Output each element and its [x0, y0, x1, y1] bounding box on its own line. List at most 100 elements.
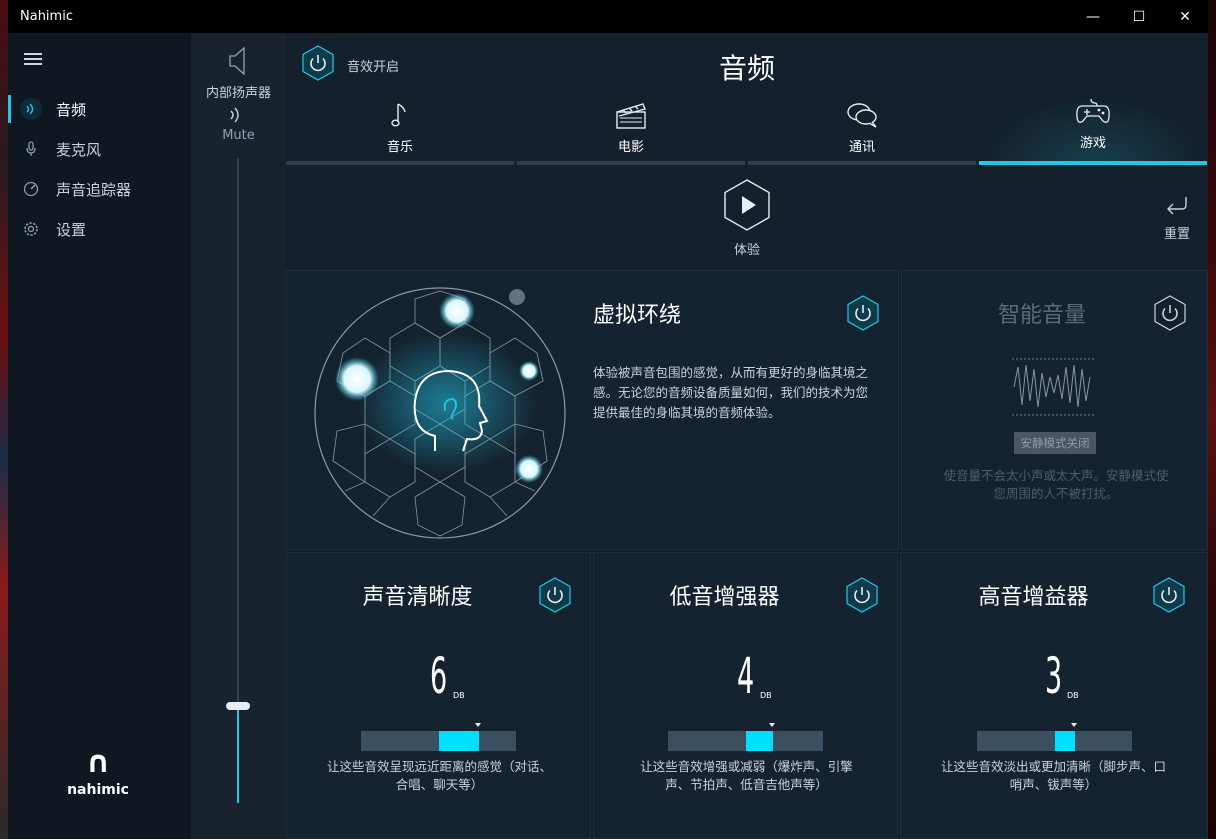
sidebar-item-label: 声音追踪器	[56, 180, 132, 199]
treble-boost-panel: 高音增益器 3 DB 让这些音效淡出或更加清晰（脚步声、口哨声、钹声等）	[900, 552, 1208, 839]
effect-description: 让这些音效呈现远近距离的感觉（对话、合唱、聊天等）	[326, 759, 552, 792]
app-window: Nahimic — ☐ ✕ 音频 麦克风 声音追踪器 设置 ∩ nahimic …	[8, 0, 1208, 839]
smart-volume-title: 智能音量	[998, 303, 1087, 328]
undo-arrow-icon	[1164, 195, 1190, 223]
effect-value: 4	[737, 647, 755, 705]
effect-title: 高音增益器	[978, 585, 1089, 610]
virtual-surround-title: 虚拟环绕	[593, 303, 682, 328]
window-controls: — ☐ ✕	[1070, 0, 1208, 33]
quiet-mode-badge[interactable]: 安静模式关闭	[1014, 432, 1096, 454]
virtual-surround-panel: 虚拟环绕 体验被声音包围的感觉，从而有更好的身临其境之感。无论您的音频设备质量如…	[286, 270, 899, 550]
minimize-button[interactable]: —	[1070, 0, 1116, 33]
tab-label: 游戏	[1079, 136, 1106, 151]
play-button[interactable]	[723, 179, 771, 231]
treble-boost-power-button[interactable]	[1151, 577, 1187, 617]
tab-communication[interactable]: 通讯	[748, 95, 976, 165]
sidebar-item-label: 音频	[56, 100, 87, 119]
mute-status[interactable]: Mute	[191, 128, 286, 143]
effect-level-bar[interactable]	[977, 723, 1132, 751]
chat-bubbles-icon	[748, 101, 976, 135]
profile-tabs: 音乐 电影 通讯 游戏	[286, 95, 1208, 165]
music-note-icon	[286, 101, 514, 135]
maximize-icon: ☐	[1132, 8, 1146, 25]
reset-button[interactable]: 重置	[1164, 195, 1190, 242]
effect-level-marker	[1070, 723, 1077, 727]
main-content: 音效开启 音频 音乐 电影 通讯 游戏 体验 重置 虚拟环绕 体验被声音包围的感…	[286, 33, 1208, 839]
maximize-button[interactable]: ☐	[1116, 0, 1162, 33]
effect-description: 让这些音效增强或减弱（爆炸声、引擎声、节拍声、低音吉他声等）	[640, 759, 853, 792]
effect-level-marker	[475, 723, 482, 727]
title-bar: Nahimic — ☐ ✕	[8, 0, 1208, 33]
effect-unit: DB	[1067, 691, 1079, 700]
sound-tracker-icon	[20, 178, 42, 200]
sidebar-item-sound-tracker[interactable]: 声音追踪器	[8, 169, 191, 209]
power-icon	[847, 295, 879, 331]
power-icon	[539, 577, 571, 613]
bass-boost-power-button[interactable]	[844, 577, 880, 617]
volume-slider-thumb[interactable]	[226, 702, 250, 711]
effect-value: 3	[1045, 647, 1063, 705]
tab-music[interactable]: 音乐	[286, 95, 514, 165]
smart-volume-description: 使音量不会太小声或太大声。安静模式使您周围的人不被打扰。	[943, 468, 1169, 501]
sidebar-item-microphone[interactable]: 麦克风	[8, 129, 191, 169]
window-title: Nahimic	[20, 9, 73, 24]
volume-slider-fill	[237, 706, 239, 803]
speaker-wave-icon	[20, 98, 42, 120]
gamepad-icon	[979, 97, 1207, 133]
nahimic-logo-text: nahimic	[67, 782, 129, 798]
close-icon: ✕	[1179, 8, 1191, 25]
play-label: 体验	[733, 243, 760, 258]
power-icon	[846, 577, 878, 613]
effect-level-bar[interactable]	[361, 723, 516, 751]
waveform-icon	[1012, 358, 1094, 416]
smart-volume-panel: 智能音量 安静模式关闭 使音量不会太小声或太大声。安静模式使您周围的人不被打扰。	[901, 270, 1208, 550]
tab-label: 音乐	[386, 140, 413, 155]
hamburger-menu-icon[interactable]	[24, 53, 42, 65]
gear-icon	[20, 218, 42, 240]
microphone-icon	[20, 138, 42, 160]
sidebar: 音频 麦克风 声音追踪器 设置 ∩ nahimic	[8, 33, 191, 839]
close-button[interactable]: ✕	[1162, 0, 1208, 33]
virtual-surround-description: 体验被声音包围的感觉，从而有更好的身临其境之感。无论您的音频设备质量如何，我们的…	[593, 365, 869, 420]
nahimic-logo-mark: ∩	[85, 745, 111, 780]
effect-value: 6	[430, 647, 448, 705]
desktop-background-right	[1208, 0, 1216, 839]
effect-level-marker	[768, 723, 775, 727]
tab-label: 通讯	[848, 140, 875, 155]
reset-label: 重置	[1163, 227, 1190, 242]
sidebar-item-label: 麦克风	[56, 140, 102, 159]
effect-unit: DB	[453, 691, 465, 700]
tab-game[interactable]: 游戏	[979, 95, 1207, 165]
speaker-icon[interactable]	[226, 45, 252, 77]
effect-level-bar[interactable]	[668, 723, 823, 751]
surround-sphere-illustration	[314, 287, 566, 539]
voice-clarity-power-button[interactable]	[537, 577, 573, 617]
effect-title: 声音清晰度	[362, 585, 473, 610]
sidebar-item-label: 设置	[56, 220, 87, 239]
voice-clarity-panel: 声音清晰度 6 DB 让这些音效呈现远近距离的感觉（对话、合唱、聊天等）	[286, 552, 591, 839]
sidebar-item-audio[interactable]: 音频	[8, 89, 191, 129]
play-icon	[742, 196, 756, 214]
tab-movie[interactable]: 电影	[517, 95, 745, 165]
effect-level-fill	[745, 731, 773, 751]
clapperboard-icon	[517, 101, 745, 135]
smart-volume-power-button[interactable]	[1152, 295, 1188, 335]
minimize-icon: —	[1086, 8, 1100, 25]
experience-row: 体验 重置	[286, 165, 1208, 270]
active-indicator	[8, 95, 11, 123]
nahimic-logo: ∩ nahimic	[58, 745, 138, 799]
effect-unit: DB	[760, 691, 772, 700]
bass-boost-panel: 低音增强器 4 DB 让这些音效增强或减弱（爆炸声、引擎声、节拍声、低音吉他声等…	[593, 552, 898, 839]
device-name: 内部扬声器	[205, 86, 271, 101]
effect-level-fill	[438, 731, 480, 751]
virtual-surround-power-button[interactable]	[845, 295, 881, 335]
page-title: 音频	[718, 52, 775, 85]
effect-description: 让这些音效淡出或更加清晰（脚步声、口哨声、钹声等）	[940, 759, 1166, 792]
power-icon	[1153, 577, 1185, 613]
desktop-background-left	[0, 0, 8, 839]
effect-level-fill	[1054, 731, 1075, 751]
power-icon	[1154, 295, 1186, 331]
sound-wave-icon	[228, 106, 244, 128]
sidebar-item-settings[interactable]: 设置	[8, 209, 191, 249]
tab-label: 电影	[617, 140, 644, 155]
